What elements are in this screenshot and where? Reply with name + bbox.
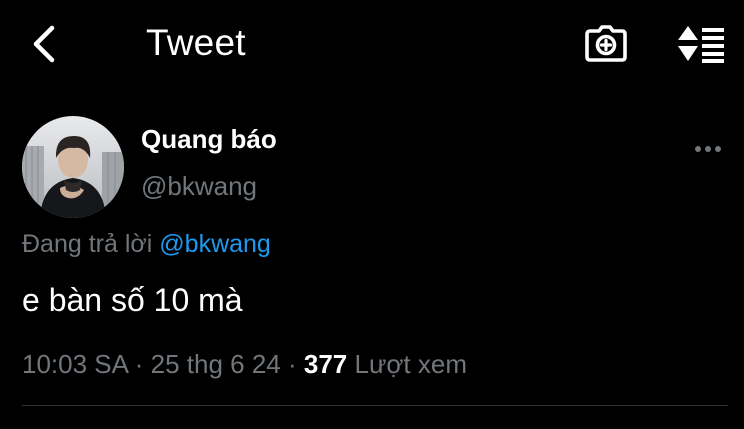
meta-separator: · [127,349,151,379]
top-nav-bar: Tweet [0,0,744,88]
views-label: Lượt xem [347,349,468,379]
tweet-time: 10:03 SA [22,349,128,379]
meta-separator: · [280,349,304,379]
author-handle[interactable]: @bkwang [141,169,257,203]
more-options-button[interactable] [690,134,726,164]
replying-to-label: Đang trả lời [22,230,160,258]
tweet-text: e bàn số 10 mà [22,282,243,318]
camera-button[interactable] [582,22,630,66]
sort-arrows-list-icon [678,26,724,63]
views-count[interactable]: 377 [304,349,347,379]
avatar[interactable] [22,116,124,218]
back-button[interactable] [22,20,66,68]
sort-replies-button[interactable] [674,22,728,66]
more-dots-icon [695,146,721,152]
reply-mention-link[interactable]: @bkwang [159,230,271,258]
divider [22,405,728,406]
replying-to-line: Đang trả lời @bkwang [22,227,271,261]
camera-plus-icon [585,25,627,62]
chevron-left-icon [33,25,55,63]
author-display-name[interactable]: Quang báo [141,122,277,156]
tweet-date: 25 thg 6 24 [150,349,281,379]
page-title: Tweet [146,22,246,63]
profile-avatar [22,116,124,218]
tweet-meta: 10:03 SA · 25 thg 6 24 · 377 Lượt xem [22,347,467,381]
